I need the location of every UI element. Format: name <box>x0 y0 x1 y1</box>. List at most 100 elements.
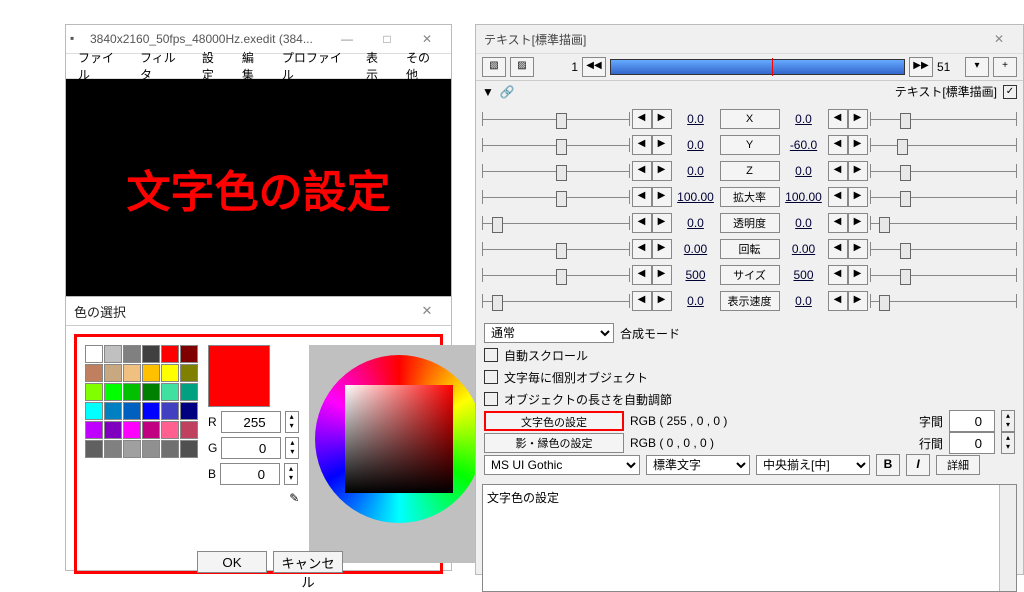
slider-track[interactable] <box>870 294 1018 308</box>
align-select[interactable]: 中央揃え[中] <box>756 455 870 475</box>
shadow-color-button[interactable]: 影・縁色の設定 <box>484 433 624 453</box>
menu-item[interactable]: ファイル <box>74 47 126 85</box>
step-right-icon[interactable]: ▶ <box>848 161 868 181</box>
g-spinner[interactable]: ▴▾ <box>285 437 299 459</box>
seek-start-icon[interactable]: ◀◀ <box>582 57 606 77</box>
slider-track[interactable] <box>482 268 630 282</box>
color-swatch[interactable] <box>85 364 103 382</box>
frame-next-icon[interactable]: + <box>993 57 1017 77</box>
slider-track[interactable] <box>870 242 1018 256</box>
g-input[interactable] <box>221 437 281 459</box>
step-left-icon[interactable]: ◀ <box>632 109 652 129</box>
slider-track[interactable] <box>870 268 1018 282</box>
step-left-icon[interactable]: ◀ <box>632 187 652 207</box>
step-left-icon[interactable]: ◀ <box>632 291 652 311</box>
color-swatch[interactable] <box>180 440 198 458</box>
bold-button[interactable]: B <box>876 454 900 476</box>
section-enable-checkbox[interactable]: ✓ <box>1003 85 1017 99</box>
char-spacing-spinner[interactable]: ▴▾ <box>1001 410 1015 432</box>
scrollbar[interactable] <box>999 485 1016 591</box>
color-swatch[interactable] <box>85 421 103 439</box>
menu-item[interactable]: フィルタ <box>136 47 188 85</box>
menu-item[interactable]: 編集 <box>238 47 268 85</box>
menu-item[interactable]: プロファイル <box>278 47 352 85</box>
param-value-left[interactable]: 0.00 <box>674 242 718 256</box>
step-left-icon[interactable]: ◀ <box>828 135 848 155</box>
slider-track[interactable] <box>482 294 630 308</box>
color-swatch[interactable] <box>104 383 122 401</box>
link-icon[interactable]: 🔗 <box>500 85 515 99</box>
param-value-right[interactable]: 0.00 <box>782 242 826 256</box>
param-name-button[interactable]: 拡大率 <box>720 187 780 207</box>
color-swatch[interactable] <box>142 440 160 458</box>
param-value-left[interactable]: 100.00 <box>674 190 718 204</box>
step-left-icon[interactable]: ◀ <box>632 213 652 233</box>
close-button[interactable]: ✕ <box>979 26 1019 52</box>
color-titlebar[interactable]: 色の選択 ✕ <box>66 297 451 326</box>
color-swatch[interactable] <box>142 345 160 363</box>
close-button[interactable]: ✕ <box>407 298 447 324</box>
slider-track[interactable] <box>482 242 630 256</box>
color-swatch[interactable] <box>85 402 103 420</box>
color-swatch[interactable] <box>123 364 141 382</box>
slider-track[interactable] <box>482 216 630 230</box>
eyedropper-icon[interactable]: ✎ <box>289 491 299 505</box>
param-value-left[interactable]: 0.0 <box>674 294 718 308</box>
param-name-button[interactable]: 回転 <box>720 239 780 259</box>
slider-track[interactable] <box>870 190 1018 204</box>
text-color-button[interactable]: 文字色の設定 <box>484 411 624 431</box>
step-right-icon[interactable]: ▶ <box>652 213 672 233</box>
param-value-right[interactable]: 0.0 <box>782 294 826 308</box>
param-value-right[interactable]: 0.0 <box>782 112 826 126</box>
color-swatch[interactable] <box>142 421 160 439</box>
menu-item[interactable]: 設定 <box>198 47 228 85</box>
text-titlebar[interactable]: テキスト[標準描画] ✕ <box>476 25 1023 54</box>
color-square[interactable] <box>345 385 453 493</box>
font-select[interactable]: MS UI Gothic <box>484 455 640 475</box>
b-spinner[interactable]: ▴▾ <box>284 463 298 485</box>
slider-track[interactable] <box>870 164 1018 178</box>
param-value-right[interactable]: 100.00 <box>782 190 826 204</box>
step-left-icon[interactable]: ◀ <box>632 161 652 181</box>
slider-track[interactable] <box>482 164 630 178</box>
collapse-icon[interactable]: ▼ <box>482 85 494 99</box>
ok-button[interactable]: OK <box>197 551 267 573</box>
color-swatch[interactable] <box>123 345 141 363</box>
italic-button[interactable]: I <box>906 454 930 476</box>
param-name-button[interactable]: 透明度 <box>720 213 780 233</box>
color-swatch[interactable] <box>104 402 122 420</box>
param-value-right[interactable]: 0.0 <box>782 216 826 230</box>
step-left-icon[interactable]: ◀ <box>828 239 848 259</box>
color-swatch[interactable] <box>123 421 141 439</box>
color-swatch[interactable] <box>161 364 179 382</box>
color-swatch[interactable] <box>85 345 103 363</box>
slider-track[interactable] <box>482 190 630 204</box>
param-name-button[interactable]: Y <box>720 135 780 155</box>
r-spinner[interactable]: ▴▾ <box>285 411 299 433</box>
color-swatch[interactable] <box>180 421 198 439</box>
color-swatch[interactable] <box>104 364 122 382</box>
step-left-icon[interactable]: ◀ <box>828 265 848 285</box>
step-right-icon[interactable]: ▶ <box>848 265 868 285</box>
menu-item[interactable]: 表示 <box>362 47 392 85</box>
step-right-icon[interactable]: ▶ <box>652 265 672 285</box>
step-right-icon[interactable]: ▶ <box>652 109 672 129</box>
step-right-icon[interactable]: ▶ <box>848 213 868 233</box>
slider-track[interactable] <box>870 112 1018 126</box>
param-value-left[interactable]: 500 <box>674 268 718 282</box>
color-swatch[interactable] <box>142 383 160 401</box>
cancel-button[interactable]: キャンセル <box>273 551 343 573</box>
checkbox[interactable] <box>484 370 498 384</box>
b-input[interactable] <box>220 463 280 485</box>
step-left-icon[interactable]: ◀ <box>828 213 848 233</box>
param-value-right[interactable]: -60.0 <box>782 138 826 152</box>
color-swatch[interactable] <box>104 440 122 458</box>
line-spacing-spinner[interactable]: ▴▾ <box>1001 432 1015 454</box>
param-name-button[interactable]: Z <box>720 161 780 181</box>
step-right-icon[interactable]: ▶ <box>652 135 672 155</box>
param-value-right[interactable]: 0.0 <box>782 164 826 178</box>
param-name-button[interactable]: サイズ <box>720 265 780 285</box>
step-left-icon[interactable]: ◀ <box>828 291 848 311</box>
layer-up-icon[interactable]: ▧ <box>482 57 506 77</box>
param-value-left[interactable]: 0.0 <box>674 216 718 230</box>
